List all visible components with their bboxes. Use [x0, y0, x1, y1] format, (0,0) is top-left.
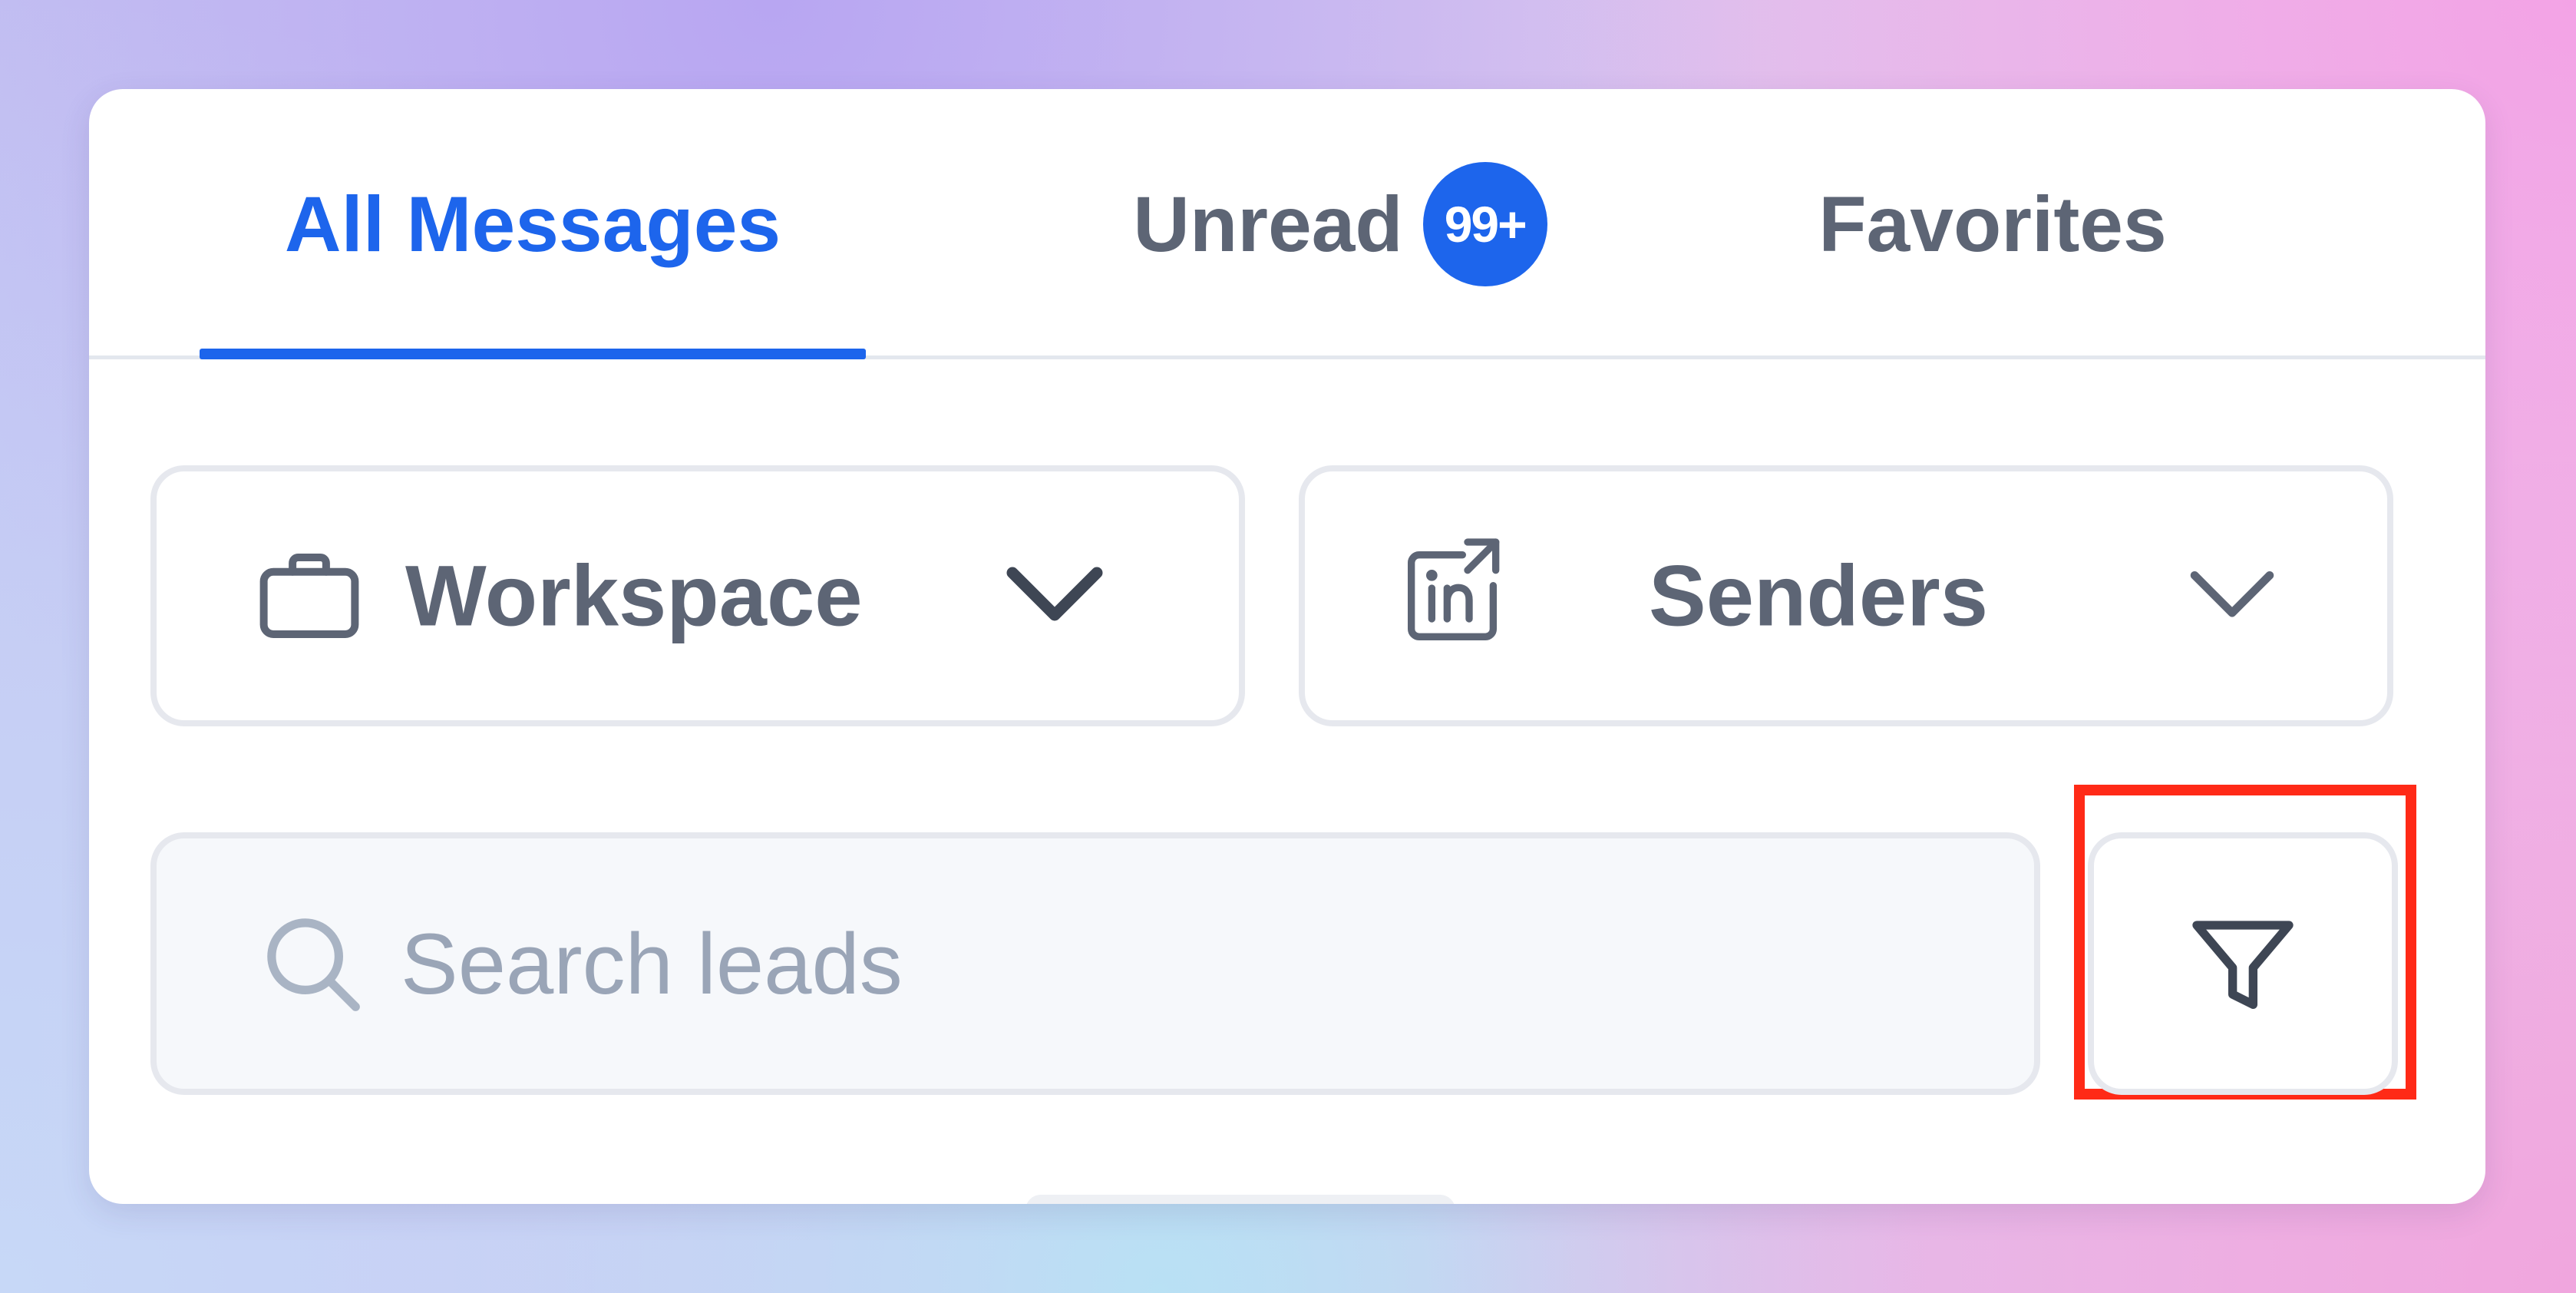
tab-favorites[interactable]: Favorites	[1724, 89, 2261, 359]
tab-unread-label: Unread	[1133, 180, 1403, 268]
filter-funnel-icon	[2192, 921, 2294, 1009]
search-input[interactable]	[399, 905, 1937, 1022]
active-tab-indicator	[200, 349, 866, 359]
senders-dropdown[interactable]: Senders	[1299, 465, 2393, 726]
search-icon	[267, 918, 360, 1011]
message-tabs: All Messages Unread 99+ Favorites	[89, 89, 2485, 359]
messages-panel: All Messages Unread 99+ Favorites Worksp…	[89, 89, 2485, 1204]
search-box[interactable]	[150, 832, 2040, 1095]
tab-unread[interactable]: Unread 99+	[1056, 89, 1624, 359]
filter-button[interactable]	[2088, 832, 2398, 1095]
workspace-dropdown[interactable]: Workspace	[150, 465, 1245, 726]
scroll-hint-bar	[1025, 1195, 1455, 1204]
unread-count-badge: 99+	[1422, 162, 1547, 286]
tab-all-messages[interactable]: All Messages	[200, 89, 866, 359]
linkedin-share-icon	[1408, 538, 1500, 640]
briefcase-icon	[259, 554, 359, 638]
chevron-down-icon	[1006, 567, 1103, 621]
senders-dropdown-label: Senders	[1649, 547, 1988, 644]
workspace-dropdown-label: Workspace	[405, 547, 863, 644]
tab-all-messages-label: All Messages	[284, 180, 781, 268]
chevron-down-icon	[2190, 571, 2274, 617]
tab-favorites-label: Favorites	[1818, 180, 2167, 268]
